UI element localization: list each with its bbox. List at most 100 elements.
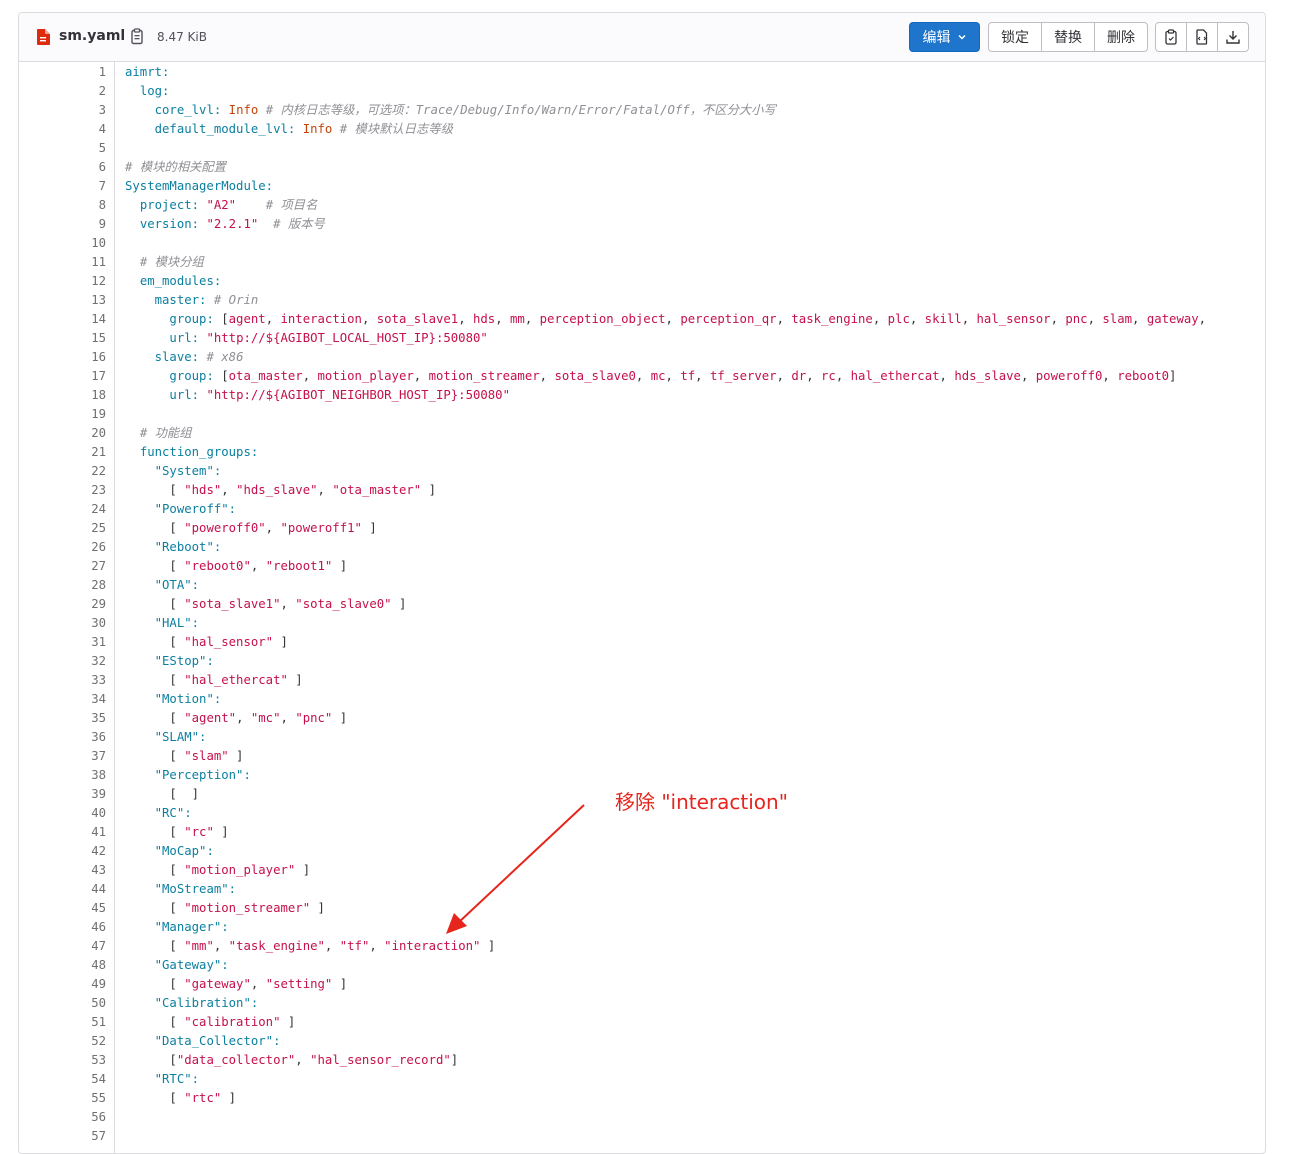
line-number[interactable]: 11 xyxy=(46,253,106,272)
code-line: 13 master: # Orin xyxy=(19,291,1265,310)
line-number[interactable]: 31 xyxy=(46,633,106,652)
line-number[interactable]: 36 xyxy=(46,728,106,747)
line-content: [ "gateway", "setting" ] xyxy=(125,977,348,991)
line-number[interactable]: 12 xyxy=(46,272,106,291)
line-number[interactable]: 8 xyxy=(46,196,106,215)
line-number[interactable]: 9 xyxy=(46,215,106,234)
edit-dropdown-button[interactable]: 编辑 xyxy=(909,22,980,52)
line-content: "EStop": xyxy=(154,654,214,668)
line-number[interactable]: 6 xyxy=(46,158,106,177)
line-number[interactable]: 41 xyxy=(46,823,106,842)
line-number[interactable]: 34 xyxy=(46,690,106,709)
lock-button[interactable]: 锁定 xyxy=(988,22,1042,52)
code-line: 26 "Reboot": xyxy=(19,538,1265,557)
line-number[interactable]: 29 xyxy=(46,595,106,614)
line-number[interactable]: 49 xyxy=(46,975,106,994)
line-content: "Calibration": xyxy=(154,996,259,1010)
line-content: [ "reboot0", "reboot1" ] xyxy=(125,559,348,573)
line-number[interactable]: 48 xyxy=(46,956,106,975)
line-number[interactable]: 42 xyxy=(46,842,106,861)
line-number[interactable]: 54 xyxy=(46,1070,106,1089)
line-number[interactable]: 19 xyxy=(46,405,106,424)
line-content: [ "motion_player" ] xyxy=(125,863,311,877)
line-number[interactable]: 35 xyxy=(46,709,106,728)
copy-contents-button[interactable] xyxy=(1155,22,1187,52)
line-number[interactable]: 50 xyxy=(46,994,106,1013)
line-number[interactable]: 46 xyxy=(46,918,106,937)
line-number[interactable]: 33 xyxy=(46,671,106,690)
line-number[interactable]: 16 xyxy=(46,348,106,367)
line-number[interactable]: 14 xyxy=(46,310,106,329)
line-number[interactable]: 47 xyxy=(46,937,106,956)
line-number[interactable]: 13 xyxy=(46,291,106,310)
line-number[interactable]: 3 xyxy=(46,101,106,120)
line-number[interactable]: 26 xyxy=(46,538,106,557)
replace-button[interactable]: 替换 xyxy=(1041,22,1095,52)
code-line: 48 "Gateway": xyxy=(19,956,1265,975)
code-line: 35 [ "agent", "mc", "pnc" ] xyxy=(19,709,1265,728)
line-number[interactable]: 38 xyxy=(46,766,106,785)
line-number[interactable]: 27 xyxy=(46,557,106,576)
line-number[interactable]: 53 xyxy=(46,1051,106,1070)
line-number[interactable]: 44 xyxy=(46,880,106,899)
line-number[interactable]: 7 xyxy=(46,177,106,196)
line-number[interactable]: 57 xyxy=(46,1127,106,1146)
download-button[interactable] xyxy=(1217,22,1249,52)
line-number[interactable]: 21 xyxy=(46,443,106,462)
line-number[interactable]: 56 xyxy=(46,1108,106,1127)
line-number[interactable]: 23 xyxy=(46,481,106,500)
line-number[interactable]: 24 xyxy=(46,500,106,519)
line-number[interactable]: 20 xyxy=(46,424,106,443)
code-line: 44 "MoStream": xyxy=(19,880,1265,899)
delete-button[interactable]: 删除 xyxy=(1094,22,1148,52)
line-number[interactable]: 37 xyxy=(46,747,106,766)
line-number[interactable]: 18 xyxy=(46,386,106,405)
open-raw-button[interactable] xyxy=(1186,22,1218,52)
line-number[interactable]: 15 xyxy=(46,329,106,348)
line-content: "OTA": xyxy=(154,578,200,592)
line-number[interactable]: 2 xyxy=(46,82,106,101)
line-number[interactable]: 28 xyxy=(46,576,106,595)
code-line: 2 log: xyxy=(19,82,1265,101)
code-line: 54 "RTC": xyxy=(19,1070,1265,1089)
line-number[interactable]: 30 xyxy=(46,614,106,633)
line-number[interactable]: 5 xyxy=(46,139,106,158)
line-content: group: [agent, interaction, sota_slave1,… xyxy=(169,312,1207,326)
line-content: [ "hal_sensor" ] xyxy=(125,635,288,649)
line-number[interactable]: 52 xyxy=(46,1032,106,1051)
line-number[interactable]: 43 xyxy=(46,861,106,880)
line-content: [ "poweroff0", "poweroff1" ] xyxy=(125,521,377,535)
line-number[interactable]: 17 xyxy=(46,367,106,386)
code-line: 6 # 模块的相关配置 xyxy=(19,158,1265,177)
line-content: "MoCap": xyxy=(154,844,214,858)
line-number[interactable]: 10 xyxy=(46,234,106,253)
line-content: "SLAM": xyxy=(154,730,207,744)
line-content: default_module_lvl: Info # 模块默认日志等级 xyxy=(154,122,453,136)
copy-path-icon[interactable] xyxy=(129,28,145,45)
code-line: 46 "Manager": xyxy=(19,918,1265,937)
line-number[interactable]: 1 xyxy=(46,63,106,82)
code-line: 36 "SLAM": xyxy=(19,728,1265,747)
code-line: 25 [ "poweroff0", "poweroff1" ] xyxy=(19,519,1265,538)
line-number[interactable]: 40 xyxy=(46,804,106,823)
line-number[interactable]: 39 xyxy=(46,785,106,804)
line-content: "Data_Collector": xyxy=(154,1034,281,1048)
line-content: function_groups: xyxy=(139,445,259,459)
code-line: 43 [ "motion_player" ] xyxy=(19,861,1265,880)
line-content: slave: # x86 xyxy=(154,350,244,364)
line-number[interactable]: 55 xyxy=(46,1089,106,1108)
lock-label: 锁定 xyxy=(1001,30,1029,46)
copy-contents-icon xyxy=(1165,29,1177,45)
yaml-file-icon xyxy=(37,29,50,45)
line-number[interactable]: 45 xyxy=(46,899,106,918)
line-content: core_lvl: Info # 内核日志等级，可选项：Trace/Debug/… xyxy=(154,103,776,117)
line-number[interactable]: 51 xyxy=(46,1013,106,1032)
line-number[interactable]: 22 xyxy=(46,462,106,481)
line-content: [ "calibration" ] xyxy=(125,1015,296,1029)
line-number[interactable]: 4 xyxy=(46,120,106,139)
line-number[interactable]: 32 xyxy=(46,652,106,671)
line-content: "Poweroff": xyxy=(154,502,237,516)
line-content: url: "http://${AGIBOT_NEIGHBOR_HOST_IP}:… xyxy=(169,388,510,402)
line-number[interactable]: 25 xyxy=(46,519,106,538)
code-line: 53 ["data_collector", "hal_sensor_record… xyxy=(19,1051,1265,1070)
